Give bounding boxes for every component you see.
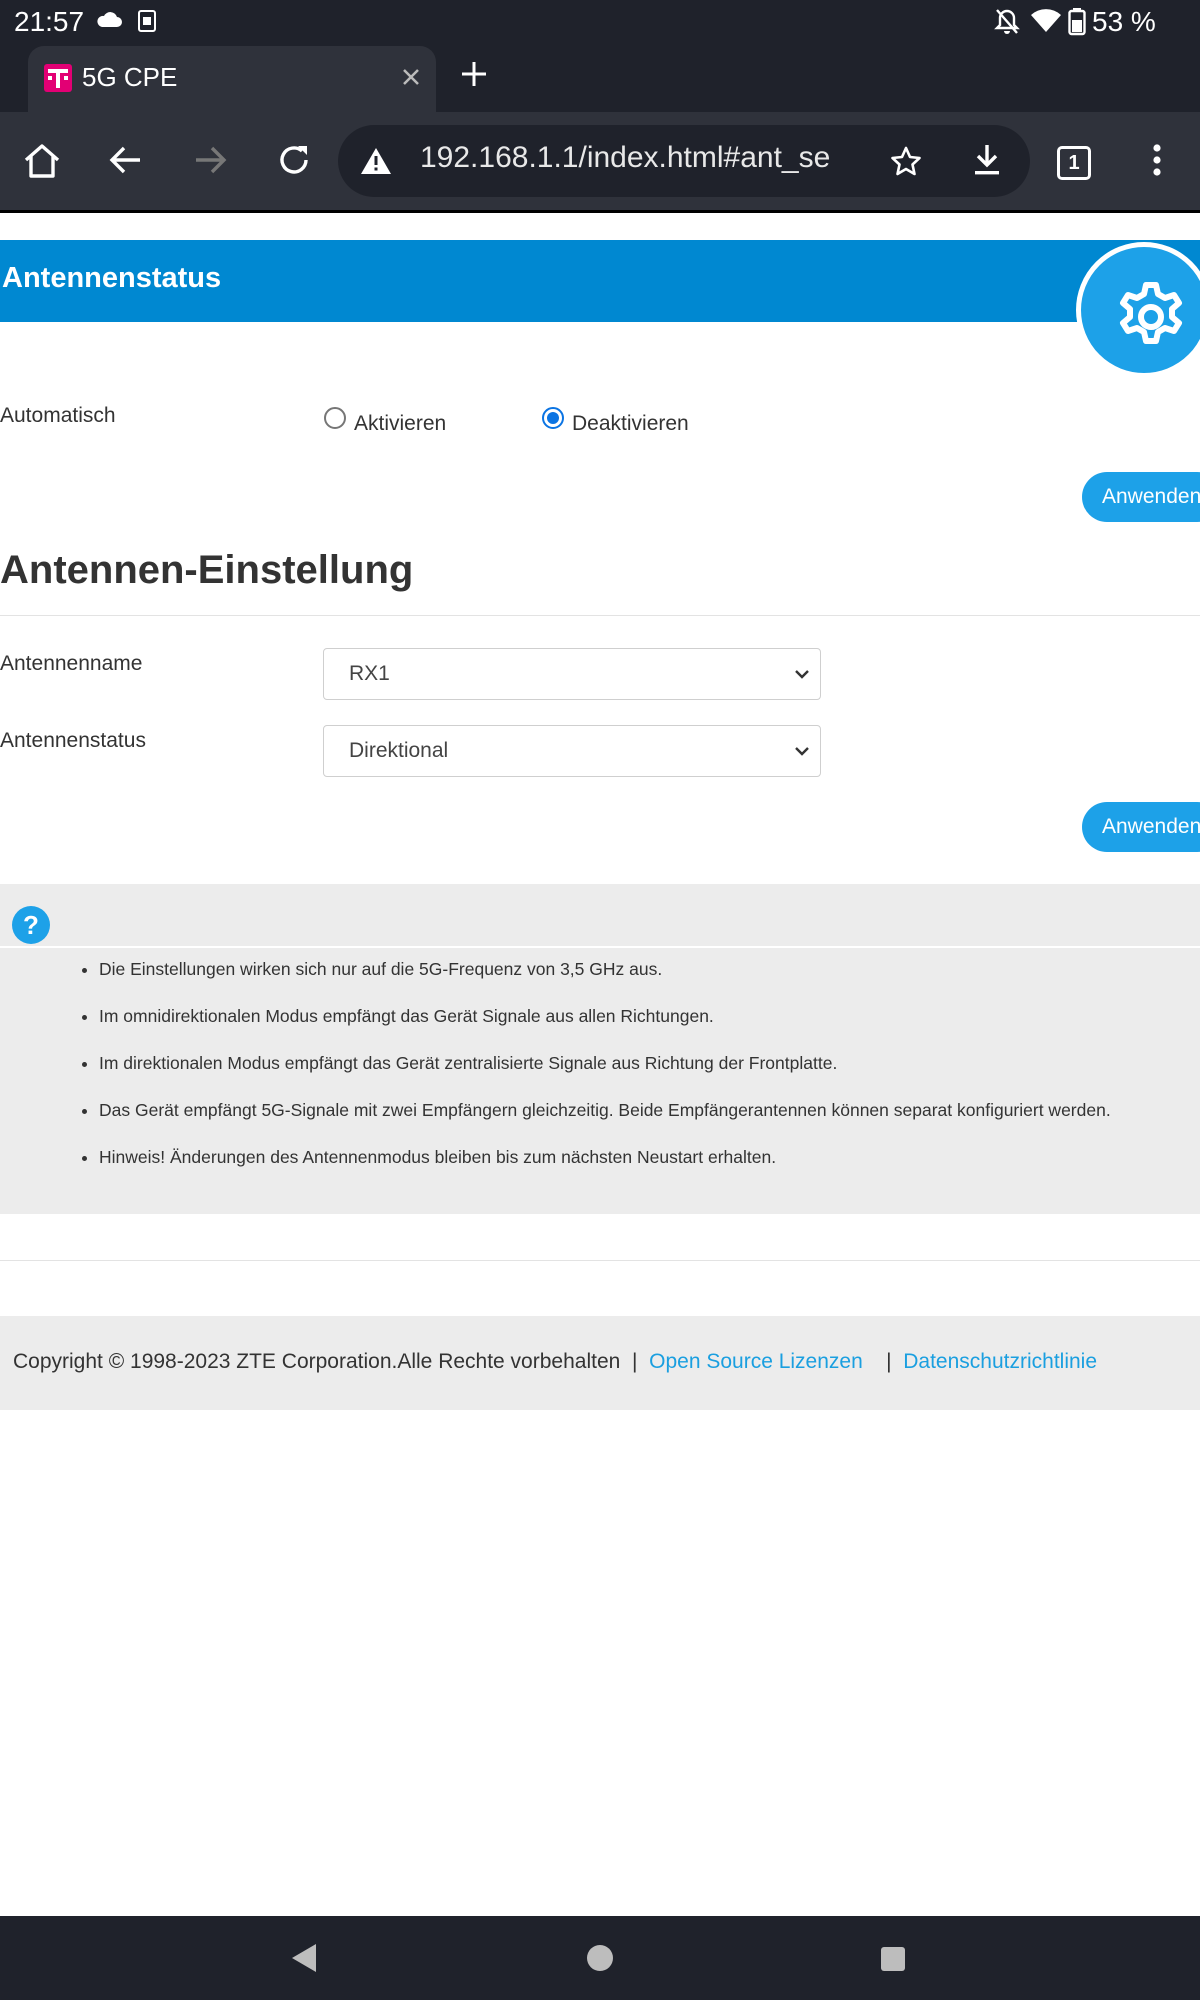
nav-home-icon[interactable] <box>586 1944 614 1977</box>
url-text[interactable]: 192.168.1.1/index.html#ant_se <box>420 141 852 181</box>
help-item: Im omnidirektionalen Modus empfängt das … <box>99 1001 1200 1048</box>
section-title: Antennen-Einstellung <box>0 548 414 592</box>
address-bar[interactable]: 192.168.1.1/index.html#ant_se <box>338 125 1030 197</box>
antenna-status-banner: Antennenstatus <box>0 240 1200 322</box>
tab-title: 5G CPE <box>82 62 178 92</box>
footer-text: Copyright © 1998-2023 ZTE Corporation.Al… <box>13 1350 1097 1374</box>
battery-icon <box>1068 8 1086 41</box>
antenna-status-value: Direktional <box>349 739 449 762</box>
new-tab-plus-icon[interactable] <box>458 58 490 95</box>
apply-button-settings[interactable]: Anwenden <box>1082 802 1200 852</box>
antenna-status-label: Antennenstatus <box>0 729 146 752</box>
open-source-licenses-link[interactable]: Open Source Lizenzen <box>649 1350 863 1373</box>
forward-arrow-icon <box>192 142 228 183</box>
wifi-icon <box>1030 8 1062 39</box>
download-icon[interactable] <box>972 143 1002 182</box>
bookmark-star-icon[interactable] <box>890 145 922 182</box>
help-item: Hinweis! Änderungen des Antennenmodus bl… <box>99 1142 1200 1189</box>
antenna-status-select[interactable]: Direktional <box>323 725 821 777</box>
help-item: Die Einstellungen wirken sich nur auf di… <box>99 954 1200 1001</box>
browser-toolbar: 192.168.1.1/index.html#ant_se 1 <box>0 112 1200 213</box>
back-arrow-icon[interactable] <box>108 142 144 183</box>
help-list: Die Einstellungen wirken sich nur auf di… <box>70 954 1200 1189</box>
tab-strip: 5G CPE <box>0 44 1200 112</box>
status-bar: 21:57 53 % <box>0 0 1200 44</box>
footer: Copyright © 1998-2023 ZTE Corporation.Al… <box>0 1316 1200 1410</box>
home-icon[interactable] <box>22 142 62 185</box>
help-divider <box>0 946 1200 948</box>
help-item: Im direktionalen Modus empfängt das Gerä… <box>99 1048 1200 1095</box>
chevron-down-icon <box>794 667 810 685</box>
privacy-policy-link[interactable]: Datenschutzrichtlinie <box>903 1350 1097 1373</box>
radio-deactivate[interactable] <box>542 407 564 429</box>
menu-dots-icon[interactable] <box>1152 144 1162 181</box>
cloud-icon <box>96 12 122 33</box>
footer-separator: | <box>886 1350 892 1373</box>
warning-triangle-icon[interactable] <box>360 147 392 180</box>
nav-recents-icon[interactable] <box>880 1946 906 1977</box>
automatic-label: Automatisch <box>0 404 116 427</box>
page-title: Antennenstatus <box>2 262 222 294</box>
radio-activate-label[interactable]: Aktivieren <box>354 412 446 436</box>
battery-percent: 53 % <box>1092 6 1156 37</box>
help-box: ? Die Einstellungen wirken sich nur auf … <box>0 884 1200 1214</box>
footer-divider <box>0 1260 1200 1261</box>
telekom-favicon-icon <box>44 64 72 92</box>
antenna-name-value: RX1 <box>349 662 390 685</box>
tab-switcher-button[interactable]: 1 <box>1057 146 1091 180</box>
radio-activate[interactable] <box>324 407 346 429</box>
help-item: Das Gerät empfängt 5G-Signale mit zwei E… <box>99 1095 1200 1142</box>
antenna-name-select[interactable]: RX1 <box>323 648 821 700</box>
settings-button[interactable] <box>1076 242 1200 378</box>
help-question-icon[interactable]: ? <box>12 906 50 944</box>
status-time: 21:57 <box>14 6 85 37</box>
reload-icon[interactable] <box>276 142 312 183</box>
close-tab-icon[interactable] <box>396 62 426 97</box>
footer-separator: | <box>631 1350 638 1373</box>
sim-card-icon <box>138 10 156 37</box>
apply-button-status[interactable]: Anwenden <box>1082 472 1200 522</box>
section-divider <box>0 615 1200 616</box>
chevron-down-icon <box>794 744 810 762</box>
notifications-off-icon <box>994 8 1020 41</box>
copyright-text: Copyright © 1998-2023 ZTE Corporation.Al… <box>13 1350 621 1373</box>
nav-back-icon[interactable] <box>290 1942 318 1979</box>
browser-tab[interactable]: 5G CPE <box>28 46 436 112</box>
antenna-name-label: Antennenname <box>0 652 143 675</box>
system-nav-bar <box>0 1916 1200 2000</box>
radio-deactivate-label[interactable]: Deaktivieren <box>572 412 689 436</box>
